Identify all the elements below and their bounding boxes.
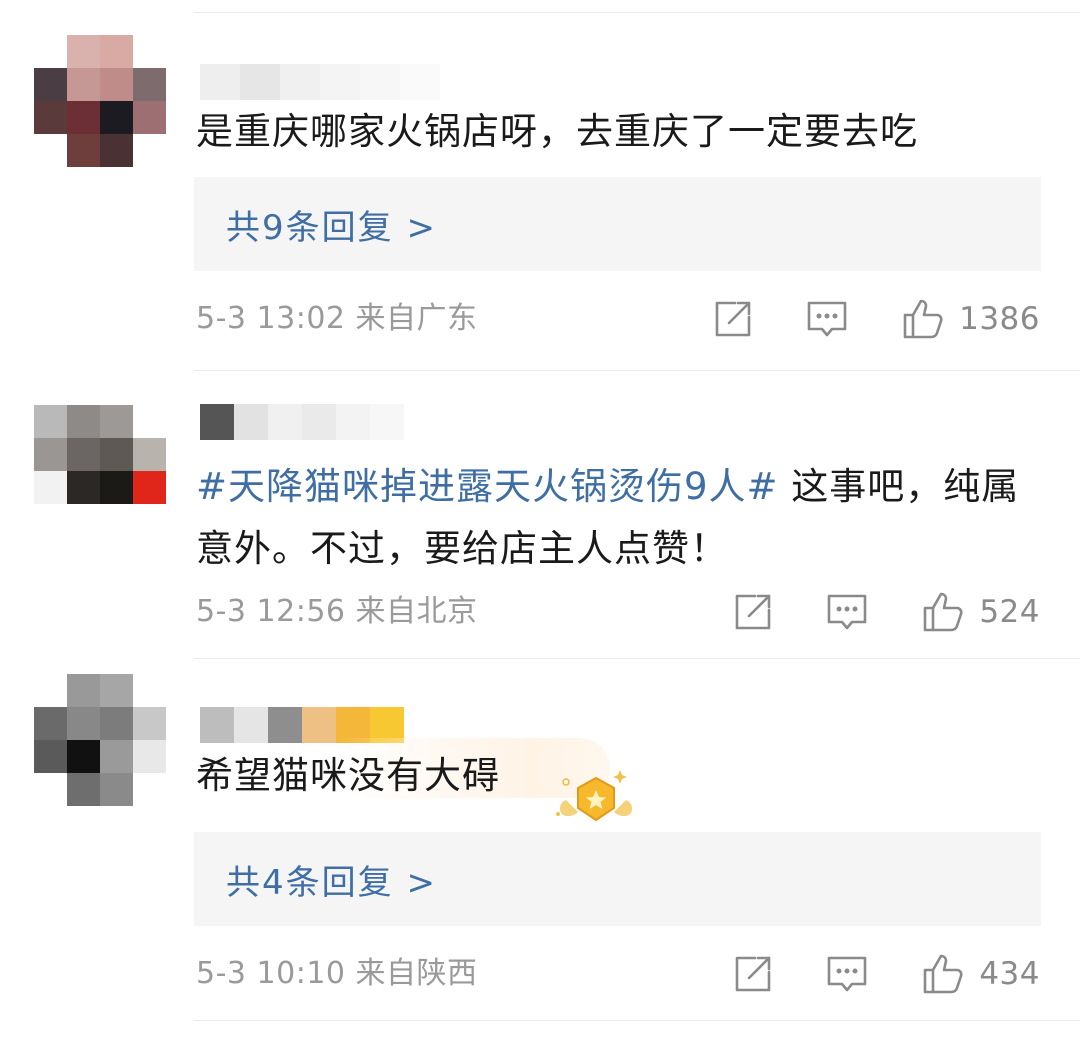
- bottom-divider: [194, 1020, 1080, 1021]
- comment-icon[interactable]: [825, 590, 869, 634]
- comment-meta: 5-3 10:10 来自陕西: [196, 954, 478, 994]
- like-button[interactable]: 524: [921, 590, 1040, 634]
- comment-icon[interactable]: [805, 297, 849, 341]
- username[interactable]: [200, 404, 404, 440]
- share-icon[interactable]: [731, 952, 775, 996]
- thumbs-up-icon: [901, 297, 945, 341]
- like-button[interactable]: 434: [921, 952, 1040, 996]
- avatar[interactable]: [34, 674, 166, 806]
- like-count: 524: [979, 594, 1040, 630]
- top-divider: [194, 12, 1080, 13]
- star-badge-icon: [548, 762, 644, 830]
- comment-text: 是重庆哪家火锅店呀，去重庆了一定要去吃: [196, 110, 918, 153]
- view-replies-link[interactable]: 共4条回复 >: [226, 855, 437, 904]
- comment-meta: 5-3 13:02 来自广东: [196, 299, 478, 339]
- like-count: 434: [979, 956, 1040, 992]
- comment-divider: [194, 370, 1080, 371]
- topic-link[interactable]: #天降猫咪掉进露天火锅烫伤9人#: [196, 465, 779, 508]
- comment-time: 5-3 13:02: [196, 301, 346, 336]
- comment-time: 5-3 12:56: [196, 594, 346, 629]
- share-icon[interactable]: [711, 297, 755, 341]
- comment-actions: 524: [731, 590, 1040, 634]
- comment-divider: [194, 658, 1080, 659]
- username[interactable]: [200, 64, 440, 100]
- share-icon[interactable]: [731, 590, 775, 634]
- avatar[interactable]: [34, 35, 166, 167]
- thumbs-up-icon: [921, 952, 965, 996]
- comment-meta: 5-3 12:56 来自北京: [196, 592, 478, 632]
- view-replies-link[interactable]: 共9条回复 >: [226, 200, 437, 249]
- comment-icon[interactable]: [825, 952, 869, 996]
- reply-box: 共4条回复 >: [194, 832, 1041, 926]
- thumbs-up-icon: [921, 590, 965, 634]
- comment-time: 5-3 10:10: [196, 956, 346, 991]
- comment-location: 来自广东: [355, 301, 478, 336]
- comment-actions: 1386: [711, 297, 1040, 341]
- comment-actions: 434: [731, 952, 1040, 996]
- like-count: 1386: [959, 301, 1040, 337]
- comment-location: 来自陕西: [355, 956, 478, 991]
- avatar[interactable]: [34, 405, 166, 537]
- comment-location: 来自北京: [355, 594, 478, 629]
- reply-box: 共9条回复 >: [194, 177, 1041, 271]
- like-button[interactable]: 1386: [901, 297, 1040, 341]
- comment-text: #天降猫咪掉进露天火锅烫伤9人# 这事吧，纯属意外。不过，要给店主人点赞！: [196, 456, 1046, 580]
